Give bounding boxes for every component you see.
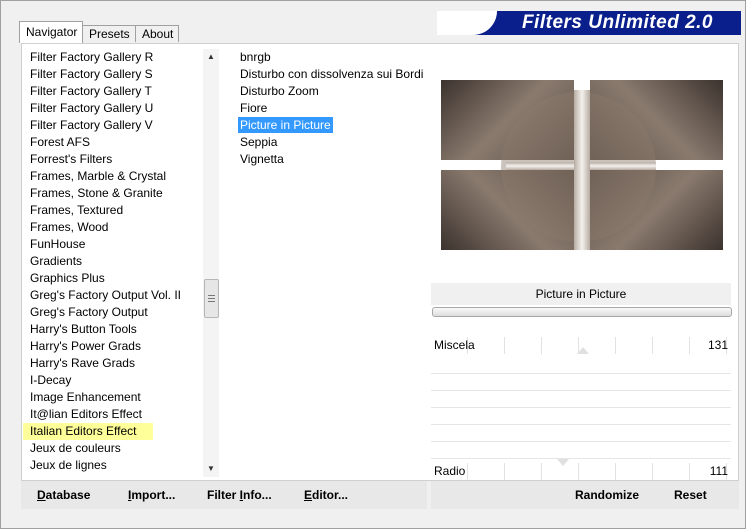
- filter-item[interactable]: Fiore: [231, 100, 421, 117]
- parameter-panel: Picture in Picture Miscela 131 Radio 111: [431, 283, 732, 480]
- import-button[interactable]: Import...: [128, 488, 175, 502]
- empty-param-row: [431, 458, 731, 459]
- scroll-up-arrow-icon[interactable]: ▲: [203, 49, 219, 65]
- category-item[interactable]: Graphics Plus: [23, 270, 203, 287]
- reset-button[interactable]: Reset: [674, 488, 707, 502]
- filter-item-selected[interactable]: Picture in Picture: [231, 117, 421, 134]
- tab-about[interactable]: About: [135, 25, 179, 42]
- category-item[interactable]: Harry's Button Tools: [23, 321, 203, 338]
- category-item[interactable]: Filter Factory Gallery V: [23, 117, 203, 134]
- category-item[interactable]: Harry's Rave Grads: [23, 355, 203, 372]
- param-value: 131: [707, 338, 728, 352]
- category-item[interactable]: FunHouse: [23, 236, 203, 253]
- category-item[interactable]: Frames, Stone & Granite: [23, 185, 203, 202]
- category-item[interactable]: Gradients: [23, 253, 203, 270]
- category-item[interactable]: Filter Factory Gallery U: [23, 100, 203, 117]
- filter-item[interactable]: Vignetta: [231, 151, 421, 168]
- filter-item-label: bnrgb: [240, 50, 271, 64]
- empty-param-row: [431, 424, 731, 425]
- grip-line: [208, 301, 215, 302]
- category-item[interactable]: Greg's Factory Output Vol. II: [23, 287, 203, 304]
- category-item[interactable]: Frames, Marble & Crystal: [23, 168, 203, 185]
- filter-item[interactable]: bnrgb: [231, 49, 421, 66]
- param-label: Miscela: [434, 338, 475, 352]
- preview-vertical-bar: [574, 90, 590, 250]
- category-item[interactable]: Frames, Textured: [23, 202, 203, 219]
- filter-item[interactable]: Seppia: [231, 134, 421, 151]
- category-item[interactable]: It@lian Editors Effect: [23, 406, 203, 423]
- tab-presets[interactable]: Presets: [82, 25, 136, 42]
- empty-param-row: [431, 373, 731, 374]
- scroll-down-arrow-icon[interactable]: ▼: [203, 461, 219, 477]
- filter-info-button[interactable]: Filter Info...: [207, 488, 272, 502]
- progress-bar: [432, 307, 732, 317]
- left-button-bar: Database Import... Filter Info... Editor…: [21, 481, 427, 509]
- filter-item-label: Picture in Picture: [238, 117, 333, 133]
- param-slider-radio[interactable]: Radio 111: [431, 459, 731, 480]
- category-item[interactable]: I-Decay: [23, 372, 203, 389]
- filters-unlimited-window: Navigator Presets About Filters Unlimite…: [0, 0, 746, 529]
- filter-item-label: Disturbo Zoom: [240, 84, 319, 98]
- category-item[interactable]: Greg's Factory Output: [23, 304, 203, 321]
- category-item[interactable]: Image Enhancement: [23, 389, 203, 406]
- filter-list[interactable]: bnrgb Disturbo con dissolvenza sui Bordi…: [231, 49, 423, 249]
- category-item[interactable]: Filter Factory Gallery T: [23, 83, 203, 100]
- category-item[interactable]: Frames, Wood: [23, 219, 203, 236]
- category-item[interactable]: Filter Factory Gallery S: [23, 66, 203, 83]
- grip-line: [208, 295, 215, 296]
- randomize-button[interactable]: Randomize: [575, 488, 639, 502]
- tab-navigator[interactable]: Navigator: [19, 21, 83, 43]
- slider-ticks: [431, 463, 731, 480]
- banner-swoosh: [437, 11, 497, 35]
- filter-item-label: Seppia: [240, 135, 278, 149]
- filter-item-label: Disturbo con dissolvenza sui Bordi: [240, 67, 424, 81]
- filter-item-label: Fiore: [240, 101, 268, 115]
- title-banner: Filters Unlimited 2.0: [437, 11, 741, 35]
- slider-thumb[interactable]: [557, 459, 569, 466]
- category-item[interactable]: Harry's Power Grads: [23, 338, 203, 355]
- category-list[interactable]: Filter Factory Gallery R Filter Factory …: [23, 49, 203, 477]
- scrollbar-thumb[interactable]: [204, 279, 219, 318]
- grip-line: [208, 298, 215, 299]
- editor-button[interactable]: Editor...: [304, 488, 348, 502]
- category-item[interactable]: Forrest's Filters: [23, 151, 203, 168]
- category-scrollbar[interactable]: ▲ ▼: [203, 49, 219, 477]
- slider-thumb[interactable]: [577, 347, 589, 354]
- param-value: 111: [709, 464, 728, 478]
- empty-param-row: [431, 441, 731, 442]
- filter-title: Picture in Picture: [431, 283, 731, 305]
- category-item[interactable]: Jeux de couleurs: [23, 440, 203, 457]
- empty-param-row: [431, 390, 731, 391]
- database-button[interactable]: Database: [37, 488, 90, 502]
- filter-item[interactable]: Disturbo con dissolvenza sui Bordi: [231, 66, 423, 83]
- category-item[interactable]: Forest AFS: [23, 134, 203, 151]
- empty-param-row: [431, 407, 731, 408]
- category-item-selected[interactable]: Italian Editors Effect: [23, 423, 153, 440]
- filter-item[interactable]: Disturbo Zoom: [231, 83, 421, 100]
- category-item[interactable]: Jeux de lignes: [23, 457, 203, 474]
- category-item[interactable]: Filter Factory Gallery R: [23, 49, 203, 66]
- filter-preview-image: [441, 80, 723, 250]
- app-title: Filters Unlimited 2.0: [521, 12, 713, 33]
- right-button-bar: Randomize Reset: [431, 481, 739, 509]
- filter-item-label: Vignetta: [240, 152, 284, 166]
- param-label: Radio: [434, 464, 466, 478]
- param-slider-miscela[interactable]: Miscela 131: [431, 337, 731, 354]
